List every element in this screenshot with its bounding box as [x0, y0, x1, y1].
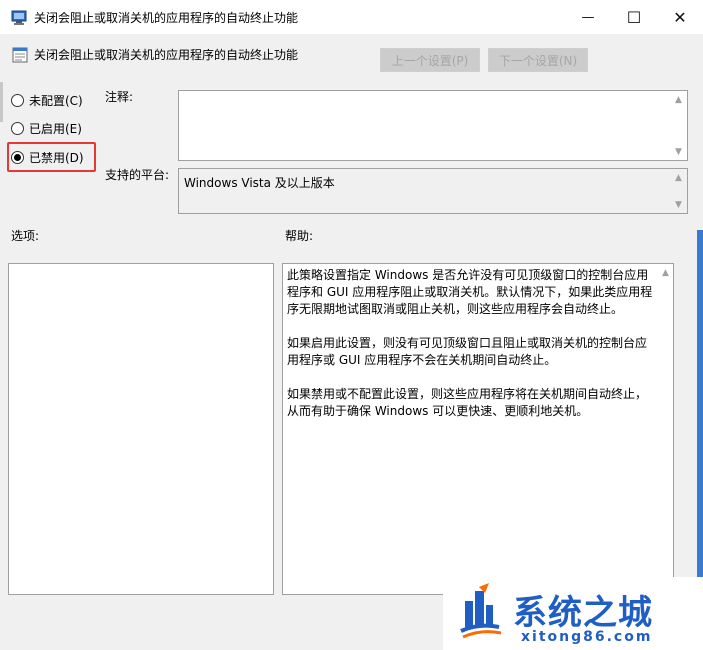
help-label: 帮助: [285, 229, 314, 243]
platform-label: 支持的平台: [105, 168, 170, 182]
watermark-name: 系统之城 [513, 593, 653, 633]
policy-setting-window: 关闭会阻止或取消关机的应用程序的自动终止功能 — ☐ ✕ 关闭会阻止或取消关机的… [0, 0, 703, 650]
setting-icon [12, 47, 28, 63]
scroll-down-icon[interactable]: ▼ [670, 143, 687, 160]
watermark: 系统之城 xitong86.com [443, 577, 703, 650]
platform-value: Windows Vista 及以上版本 [184, 176, 335, 190]
previous-setting-button[interactable]: 上一个设置(P) [380, 48, 480, 72]
minimize-icon: — [581, 9, 595, 25]
close-button[interactable]: ✕ [657, 0, 703, 34]
scroll-up-icon[interactable]: ▲ [670, 169, 687, 186]
watermark-url: xitong86.com [521, 629, 653, 645]
setting-title: 关闭会阻止或取消关机的应用程序的自动终止功能 [34, 48, 299, 62]
comment-textarea[interactable]: ▲ ▼ [178, 90, 688, 161]
left-edge-strip [0, 82, 3, 122]
window-title: 关闭会阻止或取消关机的应用程序的自动终止功能 [34, 11, 299, 25]
scroll-down-icon[interactable]: ▼ [670, 196, 687, 213]
next-setting-button[interactable]: 下一个设置(N) [488, 48, 588, 72]
options-pane [8, 263, 274, 595]
radio-not-configured[interactable]: 未配置(C) [11, 90, 83, 110]
help-pane: 此策略设置指定 Windows 是否允许没有可见顶级窗口的控制台应用程序和 GU… [282, 263, 674, 595]
radio-indicator [11, 93, 24, 107]
help-paragraph: 此策略设置指定 Windows 是否允许没有可见顶级窗口的控制台应用程序和 GU… [287, 268, 653, 316]
help-scrollbar[interactable]: ▲ [658, 264, 673, 594]
radio-indicator [11, 121, 24, 135]
platform-field: Windows Vista 及以上版本 ▲ ▼ [178, 168, 688, 214]
options-label: 选项: [11, 229, 40, 243]
minimize-button[interactable]: — [565, 0, 611, 34]
selection-highlight-box [7, 142, 96, 172]
maximize-button[interactable]: ☐ [611, 0, 657, 34]
scroll-up-icon[interactable]: ▲ [670, 91, 687, 108]
title-bar: 关闭会阻止或取消关机的应用程序的自动终止功能 — ☐ ✕ [0, 0, 703, 34]
background-edge [697, 230, 703, 590]
help-paragraph: 如果禁用或不配置此设置，则这些应用程序将在关机期间自动终止，从而有助于确保 Wi… [287, 387, 648, 418]
radio-enabled[interactable]: 已启用(E) [11, 118, 82, 138]
scroll-up-icon[interactable]: ▲ [658, 264, 673, 281]
help-text: 此策略设置指定 Windows 是否允许没有可见顶级窗口的控制台应用程序和 GU… [287, 267, 657, 437]
comment-scrollbar[interactable]: ▲ ▼ [670, 91, 687, 160]
radio-label: 未配置(C) [29, 93, 83, 108]
comment-label: 注释: [105, 90, 134, 104]
watermark-logo [455, 583, 503, 641]
radio-label: 已启用(E) [29, 121, 82, 136]
maximize-icon: ☐ [626, 7, 642, 27]
close-icon: ✕ [673, 7, 687, 27]
platform-scrollbar[interactable]: ▲ ▼ [670, 169, 687, 213]
help-paragraph: 如果启用此设置，则没有可见顶级窗口且阻止或取消关机的控制台应用程序或 GUI 应… [287, 336, 648, 367]
policy-app-icon [11, 8, 29, 26]
